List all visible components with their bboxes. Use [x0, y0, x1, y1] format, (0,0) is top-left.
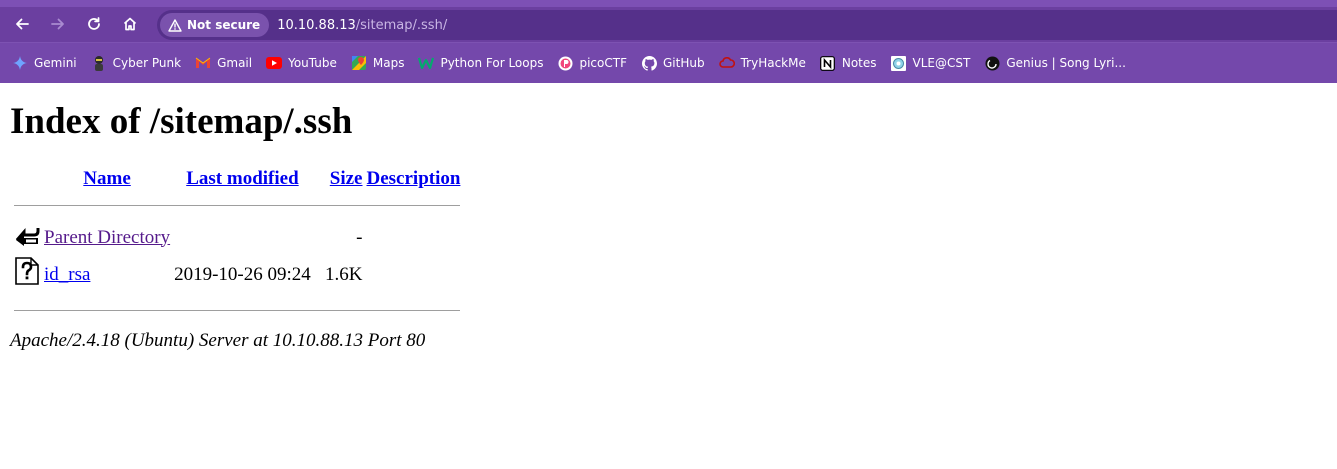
table-row: Parent Directory - — [13, 221, 461, 254]
gemini-icon — [12, 55, 28, 71]
file-link-id-rsa[interactable]: id_rsa — [44, 264, 90, 285]
bookmark-github[interactable]: GitHub — [641, 49, 705, 77]
vle-icon — [891, 55, 907, 71]
header-row: Name Last modified Size Description — [13, 166, 461, 192]
back-button[interactable] — [7, 10, 37, 38]
icon-header — [13, 166, 41, 192]
home-icon — [123, 17, 137, 31]
github-icon — [641, 55, 657, 71]
bookmark-tryhackme[interactable]: TryHackMe — [718, 49, 806, 77]
gmail-icon — [195, 55, 211, 71]
bookmark-vle-cst[interactable]: VLE@CST — [891, 49, 970, 77]
file-size: 1.6K — [325, 263, 363, 285]
bookmark-python-for-loops[interactable]: Python For Loops — [418, 49, 543, 77]
browser-chrome: Not secure 10.10.88.13/sitemap/.ssh/ Gem… — [0, 0, 1337, 83]
tryhackme-icon — [718, 55, 735, 71]
bookmark-picoctf[interactable]: picoCTF — [557, 49, 627, 77]
bookmark-gmail[interactable]: Gmail — [195, 49, 252, 77]
parent-directory-link[interactable]: Parent Directory — [44, 227, 170, 248]
table-row: id_rsa 2019-10-26 09:24 1.6K — [13, 256, 461, 293]
bookmark-cyber-punk[interactable]: Cyber Punk — [91, 49, 181, 77]
w3-icon — [418, 55, 435, 71]
reload-button[interactable] — [79, 10, 109, 38]
sort-by-size-link[interactable]: Size — [330, 168, 363, 189]
divider-row — [13, 194, 461, 219]
bookmark-genius[interactable]: Genius | Song Lyri... — [984, 49, 1126, 77]
bookmark-notes[interactable]: Notes — [820, 49, 877, 77]
browser-toolbar: Not secure 10.10.88.13/sitemap/.ssh/ — [0, 7, 1337, 42]
youtube-icon — [266, 55, 283, 71]
security-label: Not secure — [187, 18, 261, 32]
notion-icon — [820, 55, 836, 71]
maps-icon — [351, 55, 367, 71]
security-chip[interactable]: Not secure — [160, 13, 270, 37]
genius-icon — [984, 55, 1000, 71]
unknown-file-icon — [15, 257, 39, 285]
bookmarks-bar: Gemini Cyber Punk Gmail YouTube Maps Pyt — [0, 42, 1337, 83]
back-folder-icon — [15, 228, 40, 246]
file-description — [366, 256, 462, 293]
bookmark-gemini[interactable]: Gemini — [12, 49, 77, 77]
url-host: 10.10.88.13 — [277, 17, 356, 33]
sort-by-modified-link[interactable]: Last modified — [186, 168, 298, 189]
cyberpunk-icon — [91, 55, 107, 71]
forward-button[interactable] — [43, 10, 73, 38]
url-text[interactable]: 10.10.88.13/sitemap/.ssh/ — [277, 18, 447, 33]
arrow-left-icon — [16, 18, 29, 30]
page-title: Index of /sitemap/.ssh — [10, 101, 353, 142]
directory-listing: Name Last modified Size Description Pare… — [11, 164, 463, 324]
picoctf-icon — [557, 55, 573, 71]
bookmark-maps[interactable]: Maps — [351, 49, 404, 77]
home-button[interactable] — [115, 10, 145, 38]
sort-by-name-link[interactable]: Name — [83, 168, 130, 189]
divider — [14, 310, 461, 311]
reload-icon — [88, 17, 100, 30]
warning-icon — [168, 18, 182, 32]
bookmark-youtube[interactable]: YouTube — [266, 49, 337, 77]
sort-by-description-link[interactable]: Description — [367, 168, 461, 189]
url-path: /sitemap/.ssh/ — [355, 17, 448, 33]
file-modified: 2019-10-26 09:24 — [174, 263, 311, 285]
arrow-right-icon — [51, 18, 64, 30]
server-signature: Apache/2.4.18 (Ubuntu) Server at 10.10.8… — [10, 330, 426, 351]
address-bar[interactable]: Not secure 10.10.88.13/sitemap/.ssh/ — [157, 10, 1337, 40]
page-content: Index of /sitemap/.ssh Name Last modifie… — [0, 83, 1337, 360]
divider — [14, 205, 461, 206]
parent-size: - — [356, 226, 363, 248]
divider-row — [13, 295, 461, 322]
